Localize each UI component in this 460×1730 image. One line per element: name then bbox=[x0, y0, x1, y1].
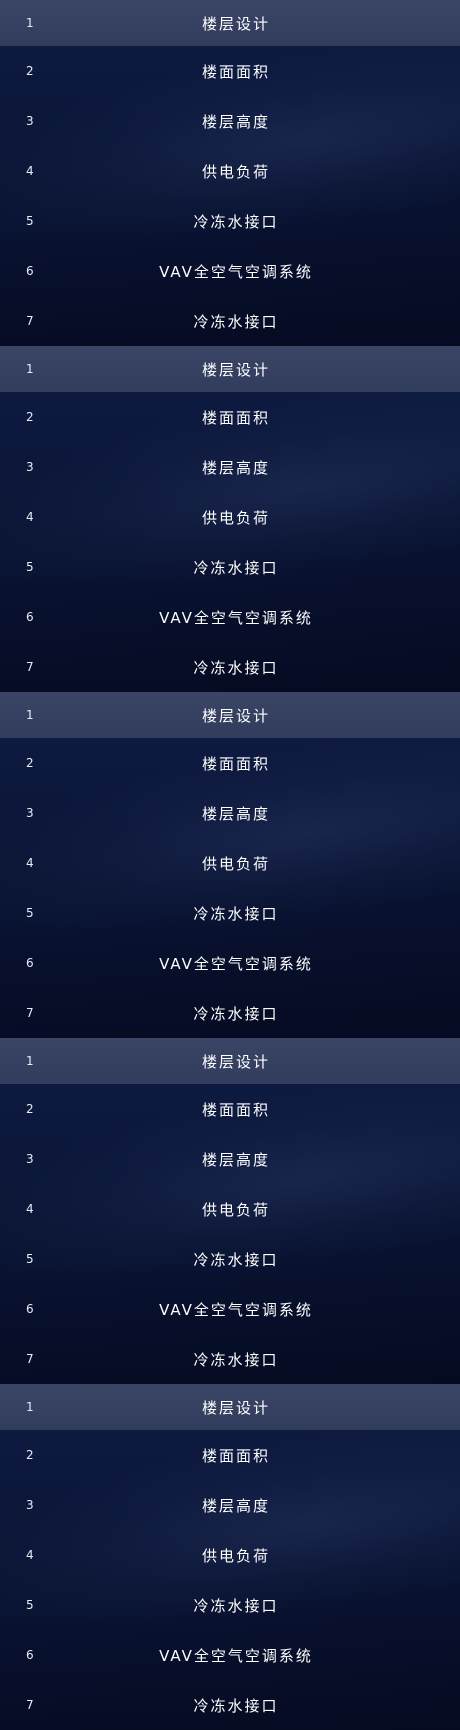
list-item[interactable]: 7 冷冻水接口 bbox=[0, 1334, 460, 1384]
item-label: 楼层高度 bbox=[201, 1150, 270, 1169]
item-label: 冷冻水接口 bbox=[193, 312, 279, 331]
list-item[interactable]: 3 楼层高度 bbox=[0, 96, 460, 146]
list-item[interactable]: 1 楼层设计 bbox=[0, 1384, 460, 1430]
list-item[interactable]: 2 楼面面积 bbox=[0, 1430, 460, 1480]
list-item[interactable]: 6 VAV全空气空调系统 bbox=[0, 592, 460, 642]
item-label: 供电负荷 bbox=[201, 854, 270, 873]
list-item[interactable]: 4 供电负荷 bbox=[0, 1184, 460, 1234]
item-label: 楼层高度 bbox=[201, 458, 270, 477]
item-label: 冷冻水接口 bbox=[193, 1350, 279, 1369]
list-item[interactable]: 2 楼面面积 bbox=[0, 46, 460, 96]
item-label: VAV全空气空调系统 bbox=[159, 1300, 313, 1319]
item-label: 冷冻水接口 bbox=[193, 212, 279, 231]
item-label: 楼层高度 bbox=[201, 804, 270, 823]
item-label: 冷冻水接口 bbox=[193, 558, 279, 577]
item-label: 楼层设计 bbox=[201, 14, 270, 33]
list-item[interactable]: 1 楼层设计 bbox=[0, 1038, 460, 1084]
item-label: 楼层高度 bbox=[201, 112, 270, 131]
item-label: 楼面面积 bbox=[201, 1446, 270, 1465]
item-label: VAV全空气空调系统 bbox=[159, 954, 313, 973]
list-item[interactable]: 7 冷冻水接口 bbox=[0, 988, 460, 1038]
item-label: 楼面面积 bbox=[201, 754, 270, 773]
item-label: 楼层设计 bbox=[201, 360, 270, 379]
list-item[interactable]: 5 冷冻水接口 bbox=[0, 1580, 460, 1630]
item-label: 供电负荷 bbox=[201, 1546, 270, 1565]
list-item[interactable]: 6 VAV全空气空调系统 bbox=[0, 1284, 460, 1334]
list-item[interactable]: 5 冷冻水接口 bbox=[0, 1234, 460, 1284]
item-label: 楼层设计 bbox=[201, 1398, 270, 1417]
floor-spec-list: 1 楼层设计 2 楼面面积 3 楼层高度 4 供电负荷 5 冷冻水接口 6 VA… bbox=[0, 0, 460, 1730]
list-item[interactable]: 2 楼面面积 bbox=[0, 1084, 460, 1134]
item-label: 楼面面积 bbox=[201, 1100, 270, 1119]
spec-block-1: 1 楼层设计 2 楼面面积 3 楼层高度 4 供电负荷 5 冷冻水接口 6 VA… bbox=[0, 0, 460, 346]
item-label: 楼面面积 bbox=[201, 62, 270, 81]
list-item[interactable]: 4 供电负荷 bbox=[0, 838, 460, 888]
spec-block-2: 1 楼层设计 2 楼面面积 3 楼层高度 4 供电负荷 5 冷冻水接口 6 VA… bbox=[0, 346, 460, 692]
list-item[interactable]: 3 楼层高度 bbox=[0, 1480, 460, 1530]
item-label: 冷冻水接口 bbox=[193, 1596, 279, 1615]
list-item[interactable]: 3 楼层高度 bbox=[0, 788, 460, 838]
list-item[interactable]: 4 供电负荷 bbox=[0, 492, 460, 542]
spec-block-3: 1 楼层设计 2 楼面面积 3 楼层高度 4 供电负荷 5 冷冻水接口 6 VA… bbox=[0, 692, 460, 1038]
item-label: 冷冻水接口 bbox=[193, 1696, 279, 1715]
list-item[interactable]: 5 冷冻水接口 bbox=[0, 542, 460, 592]
item-label: 供电负荷 bbox=[201, 508, 270, 527]
item-label: 供电负荷 bbox=[201, 1200, 270, 1219]
list-item[interactable]: 6 VAV全空气空调系统 bbox=[0, 246, 460, 296]
list-item[interactable]: 6 VAV全空气空调系统 bbox=[0, 1630, 460, 1680]
item-label: 冷冻水接口 bbox=[193, 1250, 279, 1269]
list-item[interactable]: 7 冷冻水接口 bbox=[0, 296, 460, 346]
item-label: 楼层设计 bbox=[201, 1052, 270, 1071]
list-item[interactable]: 4 供电负荷 bbox=[0, 146, 460, 196]
item-label: 冷冻水接口 bbox=[193, 658, 279, 677]
list-item[interactable]: 7 冷冻水接口 bbox=[0, 1680, 460, 1730]
list-item[interactable]: 1 楼层设计 bbox=[0, 692, 460, 738]
item-label: VAV全空气空调系统 bbox=[159, 1646, 313, 1665]
list-item[interactable]: 6 VAV全空气空调系统 bbox=[0, 938, 460, 988]
item-label: VAV全空气空调系统 bbox=[159, 262, 313, 281]
item-label: 楼层设计 bbox=[201, 706, 270, 725]
spec-block-5: 1 楼层设计 2 楼面面积 3 楼层高度 4 供电负荷 5 冷冻水接口 6 VA… bbox=[0, 1384, 460, 1730]
list-item[interactable]: 3 楼层高度 bbox=[0, 1134, 460, 1184]
list-item[interactable]: 2 楼面面积 bbox=[0, 738, 460, 788]
list-item[interactable]: 5 冷冻水接口 bbox=[0, 196, 460, 246]
list-item[interactable]: 1 楼层设计 bbox=[0, 346, 460, 392]
list-item[interactable]: 4 供电负荷 bbox=[0, 1530, 460, 1580]
item-label: 冷冻水接口 bbox=[193, 1004, 279, 1023]
item-label: 冷冻水接口 bbox=[193, 904, 279, 923]
item-label: VAV全空气空调系统 bbox=[159, 608, 313, 627]
list-item[interactable]: 1 楼层设计 bbox=[0, 0, 460, 46]
list-item[interactable]: 5 冷冻水接口 bbox=[0, 888, 460, 938]
item-label: 楼面面积 bbox=[201, 408, 270, 427]
spec-block-4: 1 楼层设计 2 楼面面积 3 楼层高度 4 供电负荷 5 冷冻水接口 6 VA… bbox=[0, 1038, 460, 1384]
item-label: 楼层高度 bbox=[201, 1496, 270, 1515]
list-item[interactable]: 3 楼层高度 bbox=[0, 442, 460, 492]
item-label: 供电负荷 bbox=[201, 162, 270, 181]
list-item[interactable]: 7 冷冻水接口 bbox=[0, 642, 460, 692]
list-item[interactable]: 2 楼面面积 bbox=[0, 392, 460, 442]
